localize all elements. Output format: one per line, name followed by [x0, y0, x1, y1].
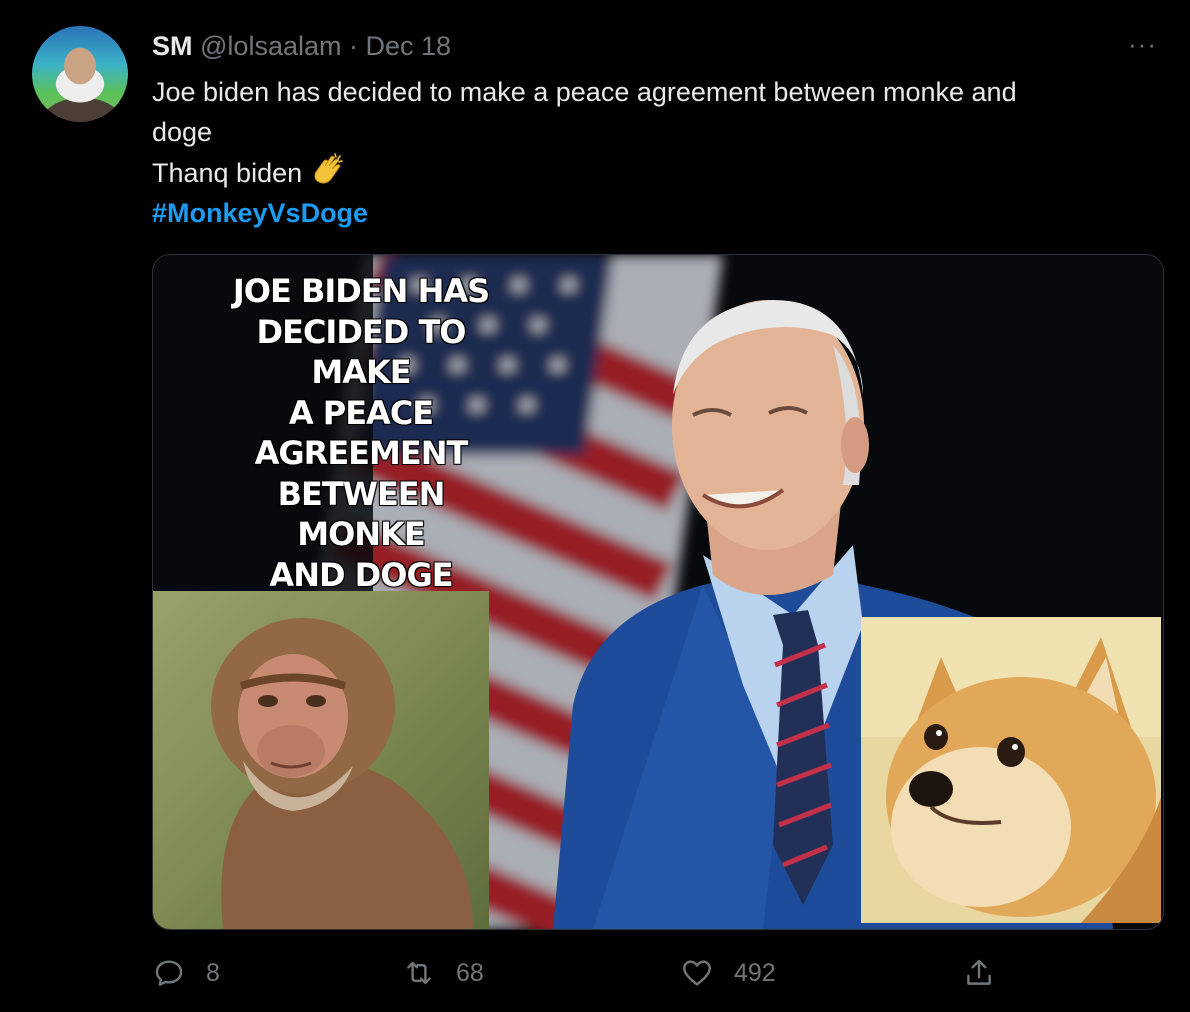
doge-photo [861, 617, 1161, 923]
hashtag-link[interactable]: #MonkeyVsDoge [152, 198, 368, 228]
tweet-media-image[interactable]: JOE BIDEN HAS DECIDED TO MAKE A PEACE AG… [152, 254, 1164, 930]
separator-dot: · [349, 31, 358, 61]
monkey-photo [153, 591, 489, 929]
avatar[interactable] [32, 26, 128, 122]
reply-button[interactable]: 8 [152, 952, 220, 994]
caption-line: A PEACE [288, 393, 434, 432]
like-button[interactable]: 492 [680, 952, 776, 994]
caption-line: MONKE [297, 515, 425, 553]
caption-line: MAKE [311, 353, 411, 391]
tweet-text: Joe biden has decided to make a peace ag… [152, 72, 1142, 233]
caption-line: DECIDED TO [256, 312, 467, 351]
caption-line: JOE BIDEN HAS [232, 272, 490, 310]
like-count: 492 [734, 958, 776, 987]
share-button[interactable] [962, 952, 996, 994]
meme-caption: JOE BIDEN HAS DECIDED TO MAKE A PEACE AG… [191, 271, 531, 595]
caption-line: BETWEEN [277, 474, 446, 513]
tweet-text-line: Thanq biden [152, 158, 303, 188]
reply-count: 8 [206, 958, 220, 987]
heart-icon [683, 960, 711, 986]
tweet[interactable]: SM @lolsaalam · Dec 18 ··· Joe biden has… [0, 0, 1190, 1012]
tweet-date[interactable]: Dec 18 [366, 31, 452, 61]
retweet-button[interactable]: 68 [402, 952, 484, 994]
author-handle[interactable]: @lolsaalam [200, 31, 341, 61]
clapping-hands-emoji-icon [314, 153, 343, 184]
tweet-header: SM @lolsaalam · Dec 18 [152, 30, 451, 62]
reply-icon [155, 960, 183, 986]
caption-line: AND DOGE [269, 555, 453, 594]
tweet-text-line: doge [152, 117, 213, 147]
tweet-actions: 8 68 492 [152, 952, 1012, 994]
caption-line: AGREEMENT [254, 434, 469, 472]
share-icon [967, 959, 991, 985]
retweet-icon [407, 961, 431, 985]
author-name[interactable]: SM [152, 31, 193, 61]
more-options-icon[interactable]: ··· [1128, 31, 1157, 57]
retweet-count: 68 [456, 958, 484, 987]
tweet-text-line: Joe biden has decided to make a peace ag… [152, 77, 1017, 107]
